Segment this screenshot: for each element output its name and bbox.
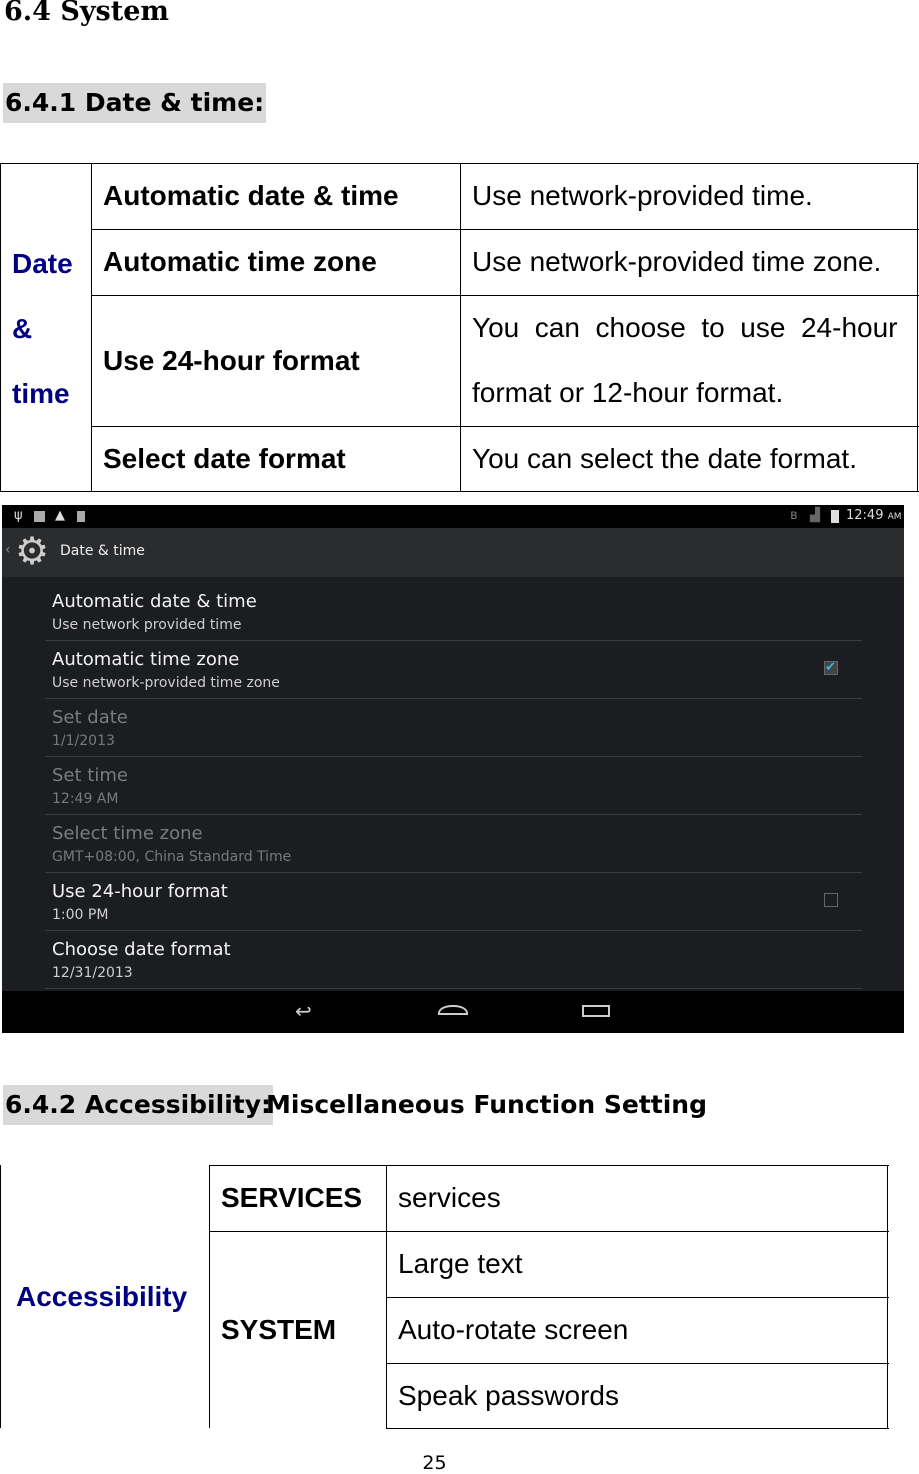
recent-apps-icon[interactable] xyxy=(582,1005,610,1017)
battery-icon xyxy=(831,510,839,523)
setting-desc: Use network-provided time zone. xyxy=(472,246,882,277)
row-header-amp: & xyxy=(12,313,33,344)
row-header-date: Date xyxy=(12,248,73,279)
checkbox-checked[interactable]: ✔ xyxy=(824,661,838,675)
item-title: Set date xyxy=(52,707,128,728)
setting-desc: You can select the date format. xyxy=(472,443,857,474)
setting-name: Use 24-hour format xyxy=(103,344,360,376)
action-bar: ‹ ⚙ Date & time xyxy=(2,528,904,577)
back-caret-icon[interactable]: ‹ xyxy=(5,542,11,558)
bluetooth-icon: ʙ xyxy=(790,508,798,523)
item-large-text: Large text xyxy=(398,1248,523,1279)
setting-name: Automatic date & time xyxy=(103,180,399,211)
item-summary: Use network-provided time zone xyxy=(52,675,280,691)
item-summary: 1:00 PM xyxy=(52,907,109,923)
android-screenshot: ψ ▲ ʙ ▟ 12:49 AM ‹ ⚙ Date & time Automat… xyxy=(2,505,904,1033)
item-summary: 12:49 AM xyxy=(52,791,119,807)
navigation-bar: ↩ xyxy=(2,991,904,1033)
signal-icon: ▟ xyxy=(810,508,820,523)
action-bar-title: Date & time xyxy=(60,543,145,559)
page-heading: 6.4 System xyxy=(4,0,169,27)
sd-card-icon xyxy=(77,511,85,522)
clock: 12:49 AM xyxy=(846,508,902,523)
setting-desc-line: format or 12-hour format. xyxy=(472,377,784,408)
setting-name: Automatic time zone xyxy=(103,246,377,277)
row-header-accessibility: Accessibility xyxy=(16,1281,188,1312)
settings-item[interactable]: Automatic time zone Use network-provided … xyxy=(45,641,862,699)
section-title-accessibility: 6.4.2 Accessibility: xyxy=(3,1085,274,1125)
item-services: services xyxy=(398,1182,501,1213)
settings-item[interactable]: Set time 12:49 AM xyxy=(45,757,862,815)
setting-name: Select date format xyxy=(103,443,346,474)
warning-icon: ▲ xyxy=(55,508,65,523)
home-button-icon[interactable] xyxy=(438,1005,468,1015)
settings-item[interactable]: Select time zone GMT+08:00, China Standar… xyxy=(45,815,862,873)
item-title: Automatic date & time xyxy=(52,591,257,612)
item-summary: Use network provided time xyxy=(52,617,242,633)
item-title: Set time xyxy=(52,765,128,786)
settings-item[interactable]: Use 24-hour format 1:00 PM xyxy=(45,873,862,931)
page-number: 25 xyxy=(422,1452,447,1474)
settings-item[interactable]: Automatic date & time Use network provide… xyxy=(45,583,862,641)
item-title: Choose date format xyxy=(52,939,231,960)
section-subtitle: Miscellaneous Function Setting xyxy=(266,1090,707,1119)
status-bar: ψ ▲ ʙ ▟ 12:49 AM xyxy=(2,505,904,528)
checkbox-unchecked[interactable] xyxy=(824,893,838,907)
settings-gear-icon[interactable]: ⚙ xyxy=(15,531,49,571)
group-system: SYSTEM xyxy=(221,1313,337,1345)
item-title: Automatic time zone xyxy=(52,649,240,670)
settings-item[interactable]: Choose date format 12/31/2013 xyxy=(45,931,862,989)
item-speak-passwords: Speak passwords xyxy=(398,1380,620,1411)
item-summary: GMT+08:00, China Standard Time xyxy=(52,849,292,865)
section-title-date-time: 6.4.1 Date & time: xyxy=(3,83,267,123)
item-summary: 1/1/2013 xyxy=(52,733,115,749)
item-title: Select time zone xyxy=(52,823,203,844)
group-services: SERVICES xyxy=(221,1182,363,1213)
setting-desc: Use network-provided time. xyxy=(472,180,813,211)
setting-desc-line: You can choose to use 24-hour xyxy=(472,312,898,343)
row-header-time: time xyxy=(12,378,70,409)
settings-item[interactable]: Set date 1/1/2013 xyxy=(45,699,862,757)
item-title: Use 24-hour format xyxy=(52,881,228,902)
notification-icon xyxy=(34,511,45,522)
item-auto-rotate: Auto-rotate screen xyxy=(398,1314,629,1345)
back-button-icon[interactable]: ↩ xyxy=(295,999,312,1023)
usb-icon: ψ xyxy=(14,508,23,523)
item-summary: 12/31/2013 xyxy=(52,965,133,981)
